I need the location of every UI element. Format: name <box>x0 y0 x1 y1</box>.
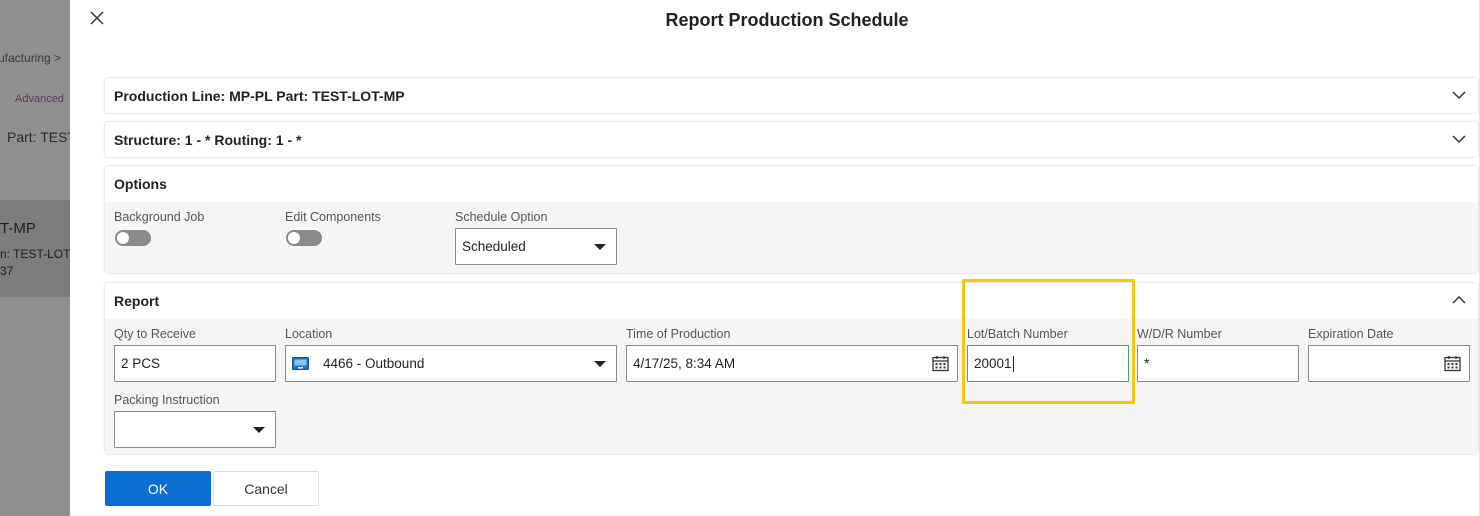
chevron-down-icon[interactable] <box>1452 90 1466 100</box>
lot-batch-number-input[interactable]: 20001 <box>967 345 1129 382</box>
report-section: Report Qty to Receive 2 PCS Location 446… <box>105 283 1478 454</box>
toggle-knob <box>117 232 129 244</box>
options-section: Options Background Job Edit Components S… <box>105 166 1478 273</box>
schedule-option-label: Schedule Option <box>455 210 548 224</box>
section-title: Production Line: MP-PL Part: TEST-LOT-MP <box>114 88 405 104</box>
cancel-button[interactable]: Cancel <box>213 471 319 506</box>
wdr-number-input[interactable]: * <box>1137 345 1299 382</box>
expiration-date-input[interactable] <box>1308 345 1470 382</box>
lot-batch-number-value: 20001 <box>974 356 1012 371</box>
qty-to-receive-input[interactable]: 2 PCS <box>114 345 276 382</box>
wdr-number-value: * <box>1144 356 1150 371</box>
time-of-production-value: 4/17/25, 8:34 AM <box>633 356 736 371</box>
caret-down-icon <box>253 427 265 433</box>
background-card-title: T-MP <box>0 220 36 237</box>
toggle-knob <box>288 232 300 244</box>
report-body: Qty to Receive 2 PCS Location 4466 - Out… <box>105 319 1478 454</box>
caret-down-icon <box>594 361 606 367</box>
location-value: 4466 - Outbound <box>323 356 425 371</box>
schedule-option-select[interactable]: Scheduled <box>455 228 617 265</box>
lot-batch-number-label: Lot/Batch Number <box>967 327 1068 341</box>
chevron-down-icon[interactable] <box>1452 134 1466 144</box>
background-advanced-link: Advanced <box>15 93 64 105</box>
structure-section[interactable]: Structure: 1 - * Routing: 1 - * <box>105 122 1478 157</box>
background-card-line: 37 <box>0 264 14 278</box>
wdr-number-label: W/D/R Number <box>1137 327 1222 341</box>
packing-instruction-select[interactable] <box>114 411 276 448</box>
background-part-label: Part: TEST <box>7 129 70 145</box>
time-of-production-input[interactable]: 4/17/25, 8:34 AM <box>626 345 958 382</box>
location-select[interactable]: 4466 - Outbound <box>285 345 617 382</box>
options-body: Background Job Edit Components Schedule … <box>105 202 1478 273</box>
section-title: Structure: 1 - * Routing: 1 - * <box>114 132 302 148</box>
expiration-date-label: Expiration Date <box>1308 327 1394 341</box>
calendar-icon[interactable] <box>932 355 949 372</box>
caret-down-icon <box>594 244 606 250</box>
edit-components-label: Edit Components <box>285 210 381 224</box>
location-label: Location <box>285 327 333 341</box>
edit-components-toggle[interactable] <box>286 230 322 246</box>
location-icon <box>292 357 309 370</box>
chevron-up-icon[interactable] <box>1452 295 1466 305</box>
qty-to-receive-value: 2 PCS <box>121 356 161 371</box>
calendar-icon[interactable] <box>1444 355 1461 372</box>
section-title: Report <box>114 293 160 309</box>
packing-instruction-label: Packing Instruction <box>114 393 220 407</box>
time-of-production-label: Time of Production <box>626 327 731 341</box>
section-title: Options <box>114 176 167 192</box>
text-cursor <box>1012 355 1014 372</box>
background-page: ufacturing > Advanced Part: TEST T-MP n:… <box>0 0 70 516</box>
background-card-line: n: TEST-LOT <box>0 247 70 261</box>
ok-button[interactable]: OK <box>105 471 211 506</box>
report-production-schedule-dialog: Report Production Schedule Production Li… <box>70 0 1480 516</box>
dialog-title: Report Production Schedule <box>665 10 909 30</box>
schedule-option-value: Scheduled <box>462 239 526 254</box>
qty-to-receive-label: Qty to Receive <box>114 327 196 341</box>
background-job-toggle[interactable] <box>115 230 151 246</box>
production-line-section[interactable]: Production Line: MP-PL Part: TEST-LOT-MP <box>105 78 1478 113</box>
background-breadcrumb: ufacturing > <box>0 51 62 65</box>
background-job-label: Background Job <box>114 210 205 224</box>
